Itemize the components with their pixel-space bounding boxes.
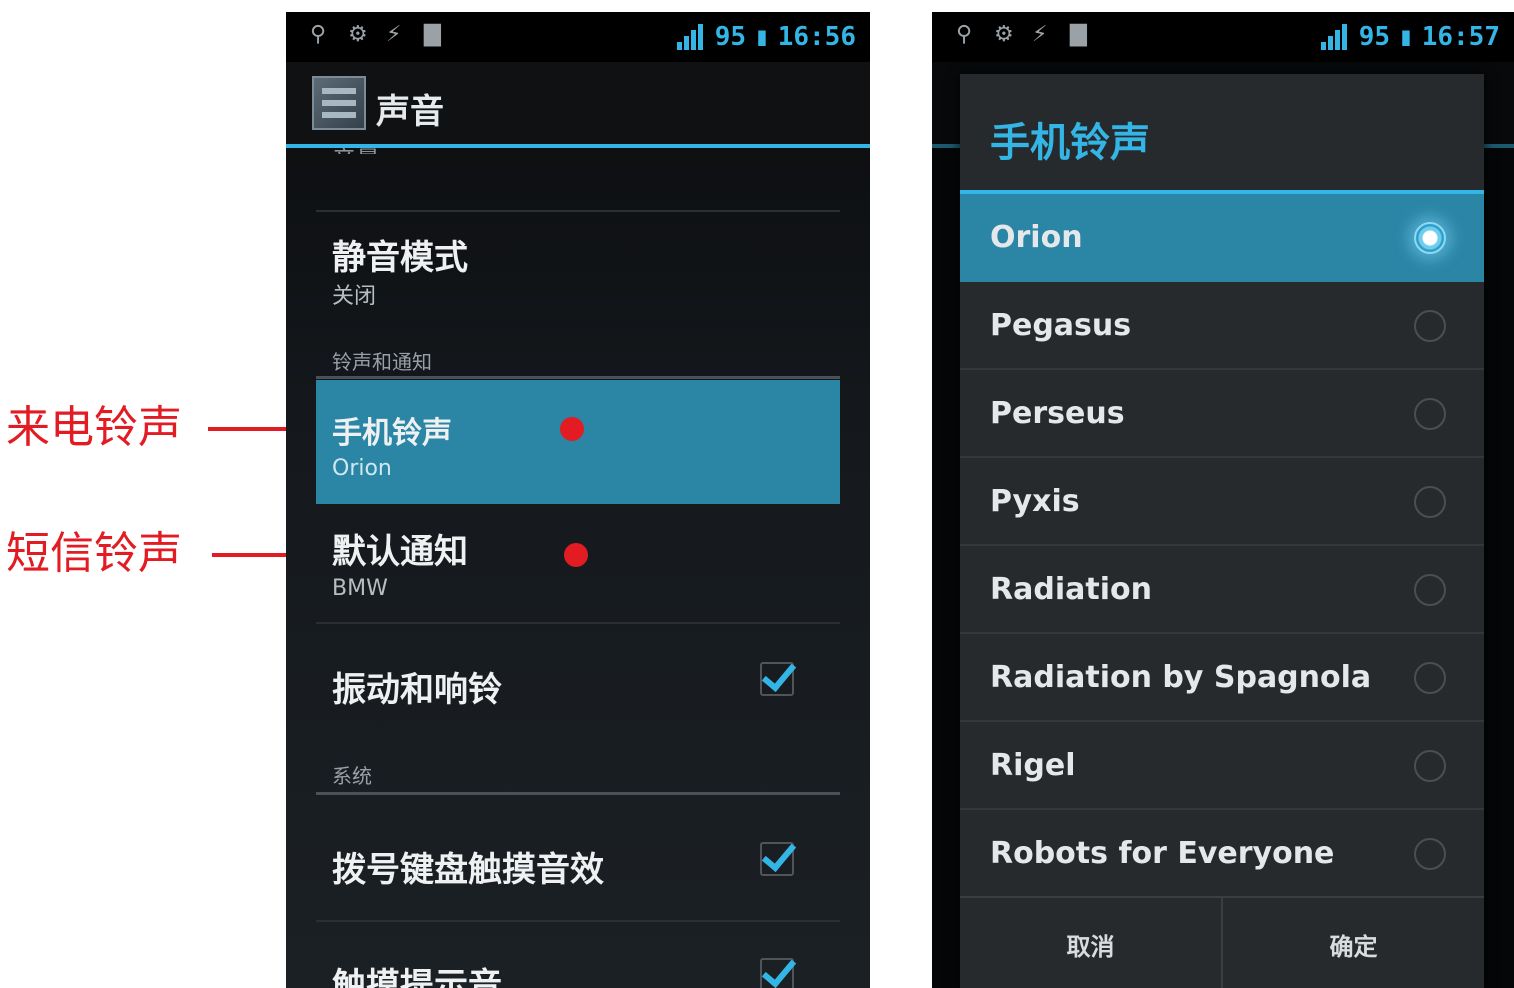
setting-title: 拨号键盘触摸音效 — [332, 850, 604, 890]
checkmark-icon — [761, 655, 797, 693]
dialog-title: 手机铃声 — [990, 120, 1150, 166]
dial-pad-tones-checkbox[interactable] — [760, 835, 797, 876]
ringtone-dialog: 手机铃声 Orion Pegasus Perseus Pyxis Radiati… — [960, 74, 1484, 988]
radio-button[interactable] — [1414, 310, 1446, 342]
radio-button-selected[interactable] — [1414, 222, 1446, 254]
section-header-ringtone: 铃声和通知 — [332, 350, 432, 374]
ringtone-option-label: Robots for Everyone — [990, 836, 1335, 871]
battery-icon: ▮ — [1398, 22, 1414, 52]
usb-storage-icon: ⚡ — [386, 22, 402, 47]
vibrate-checkbox[interactable] — [760, 655, 797, 696]
ringtone-option-label: Rigel — [990, 748, 1076, 783]
usb-icon: ⚲ — [956, 22, 973, 47]
android-debug-icon: ⚙ — [994, 22, 1014, 47]
battery-level: 95 — [1358, 22, 1391, 52]
radio-button[interactable] — [1414, 838, 1446, 870]
setting-summary: Orion — [332, 456, 392, 481]
divider — [316, 622, 840, 624]
settings-app-icon[interactable] — [312, 76, 366, 130]
battery-level: 95 — [714, 22, 747, 52]
dialog-button-bar: 取消 确定 — [960, 896, 1484, 988]
ringtone-option[interactable]: Pegasus — [960, 282, 1484, 370]
message-icon: ▇ — [1070, 22, 1087, 47]
ringtone-option[interactable]: Radiation by Spagnola — [960, 634, 1484, 722]
setting-title: 手机铃声 — [332, 416, 452, 451]
setting-title: 触摸提示音 — [332, 966, 502, 988]
usb-storage-icon: ⚡ — [1032, 22, 1048, 47]
touch-sounds-checkbox[interactable] — [760, 951, 797, 988]
ringtone-option-label: Orion — [990, 220, 1083, 255]
ringtone-option[interactable]: Robots for Everyone — [960, 810, 1484, 896]
setting-phone-ringtone[interactable]: 手机铃声 Orion — [316, 380, 840, 504]
cancel-button[interactable]: 取消 — [960, 898, 1221, 988]
radio-button[interactable] — [1414, 574, 1446, 606]
setting-title: 静音模式 — [332, 238, 468, 278]
status-bar: ⚲ ⚙ ⚡ ▇ 95 ▮ 16:56 — [286, 12, 870, 62]
clock: 16:56 — [777, 22, 856, 52]
ringtone-option-label: Radiation — [990, 572, 1152, 607]
checkmark-icon — [761, 951, 797, 988]
clock: 16:57 — [1421, 22, 1500, 52]
ringtone-option-label: Perseus — [990, 396, 1125, 431]
signal-icon — [1320, 24, 1351, 50]
message-icon: ▇ — [424, 22, 441, 47]
status-bar: ⚲ ⚙ ⚡ ▇ 95 ▮ 16:57 — [932, 12, 1514, 62]
signal-icon — [676, 24, 707, 50]
scrolled-item-peek: 音量 — [332, 140, 380, 154]
ringtone-option-label: Pegasus — [990, 308, 1132, 343]
divider — [316, 210, 840, 212]
section-divider — [316, 376, 840, 379]
ok-button[interactable]: 确定 — [1221, 898, 1484, 988]
ringtone-option-label: Radiation by Spagnola — [990, 660, 1372, 695]
annotation-sms-ringtone: 短信铃声 — [6, 528, 182, 579]
action-bar: 声音 — [286, 62, 870, 148]
ringtone-option[interactable]: Radiation — [960, 546, 1484, 634]
checkmark-icon — [761, 835, 797, 873]
setting-title: 振动和响铃 — [332, 670, 502, 710]
setting-summary: 关闭 — [332, 284, 377, 309]
ringtone-option[interactable]: Orion — [960, 194, 1484, 282]
radio-button[interactable] — [1414, 486, 1446, 518]
ringtone-option-label: Pyxis — [990, 484, 1080, 519]
annotation-incoming-call-ringtone: 来电铃声 — [6, 402, 182, 453]
section-header-system: 系统 — [332, 764, 372, 788]
section-divider — [316, 792, 840, 795]
android-debug-icon: ⚙ — [348, 22, 368, 47]
setting-title: 默认通知 — [332, 532, 468, 572]
divider — [316, 920, 840, 922]
radio-button[interactable] — [1414, 398, 1446, 430]
ringtone-option[interactable]: Perseus — [960, 370, 1484, 458]
radio-button[interactable] — [1414, 662, 1446, 694]
ringtone-option[interactable]: Pyxis — [960, 458, 1484, 546]
ringtone-option[interactable]: Rigel — [960, 722, 1484, 810]
setting-summary: BMW — [332, 576, 388, 601]
battery-icon: ▮ — [754, 22, 770, 52]
ringtone-picker-screen: ⚲ ⚙ ⚡ ▇ 95 ▮ 16:57 手机铃声 Orion Pegasus Pe… — [932, 12, 1514, 988]
annotation-pointer-dot — [560, 417, 584, 441]
sound-settings-screen: ⚲ ⚙ ⚡ ▇ 95 ▮ 16:56 声音 音量 静音模式 关闭 铃声和通知 手… — [286, 12, 870, 988]
radio-button[interactable] — [1414, 750, 1446, 782]
usb-icon: ⚲ — [310, 22, 327, 47]
page-title: 声音 — [376, 92, 444, 132]
annotation-pointer-dot — [564, 543, 588, 567]
ringtone-options-list[interactable]: Orion Pegasus Perseus Pyxis Radiation Ra… — [960, 194, 1484, 896]
